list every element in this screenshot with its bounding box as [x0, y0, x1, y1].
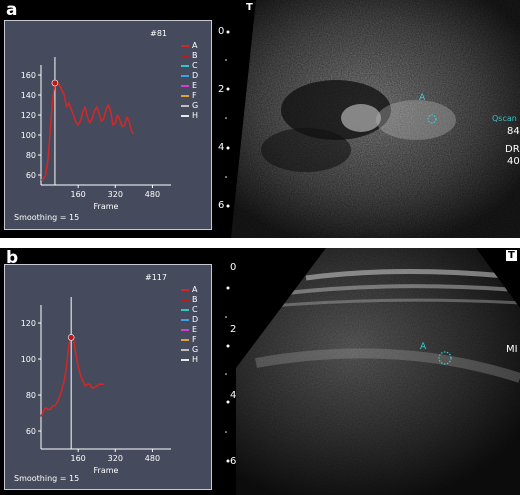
legend-swatch [181, 105, 189, 107]
y-tick-label: 100 [21, 131, 36, 140]
smoothing-label: Smoothing = 15 [14, 474, 80, 483]
panel-label: a [6, 0, 18, 20]
legend-item-h: H [181, 355, 209, 365]
y-tick-label: 120 [21, 319, 36, 328]
legend-item-f: F [181, 335, 209, 345]
dr-value: 40 [507, 156, 520, 167]
legend-label: B [192, 295, 198, 304]
legend-swatch [181, 115, 189, 117]
depth-mark-4: 4 [218, 142, 225, 153]
y-tick-label: 160 [21, 71, 36, 80]
panel-a: a #81 60 80 100 120 140 160 160 320 480 Frame ABC… [0, 0, 520, 238]
legend-label: E [192, 325, 198, 334]
x-tick-label: 480 [145, 190, 160, 199]
legend-swatch [181, 299, 189, 301]
ultrasound-image [216, 0, 520, 238]
y-tick-label: 80 [26, 391, 36, 400]
smoothing-label: Smoothing = 15 [14, 213, 80, 222]
roi-legend: ABCDEFGH [181, 285, 209, 365]
depth-mark-0: 0 [218, 26, 225, 37]
dr-label: DR [505, 144, 520, 155]
legend-item-a: A [181, 41, 209, 51]
legend-item-e: E [181, 325, 209, 335]
transducer-marker-icon: T [506, 250, 517, 261]
legend-swatch [181, 55, 189, 57]
roi-legend: ABCDEFGH [181, 41, 209, 121]
x-tick-label: 320 [108, 454, 123, 463]
x-tick-label: 160 [71, 190, 86, 199]
legend-item-d: D [181, 315, 209, 325]
legend-swatch [181, 339, 189, 341]
legend-swatch [181, 85, 189, 87]
legend-label: F [192, 335, 197, 344]
legend-item-c: C [181, 61, 209, 71]
legend-label: D [192, 71, 199, 80]
depth-mark-6: 6 [218, 200, 225, 211]
ultrasound-image [216, 248, 520, 495]
legend-swatch [181, 45, 189, 47]
time-intensity-curve-box: #117 60 80 100 120 160 320 480 Frame ABCDEFGH S… [4, 264, 212, 490]
legend-swatch [181, 309, 189, 311]
legend-item-f: F [181, 91, 209, 101]
series-line-a [40, 336, 104, 417]
legend-label: C [192, 61, 198, 70]
legend-swatch [181, 349, 189, 351]
x-tick-label: 320 [108, 190, 123, 199]
depth-mark-0: 0 [230, 262, 237, 273]
legend-item-a: A [181, 285, 209, 295]
depth-mark-2: 2 [218, 84, 225, 95]
legend-label: D [192, 315, 199, 324]
legend-label: E [192, 81, 198, 90]
legend-item-g: G [181, 345, 209, 355]
legend-label: A [192, 285, 198, 294]
y-tick-label: 60 [26, 171, 36, 180]
legend-label: C [192, 305, 198, 314]
mi-label: MI [506, 344, 518, 355]
legend-label: H [192, 355, 199, 364]
x-axis-label: Frame [94, 202, 119, 211]
depth-mark-4: 4 [230, 390, 237, 401]
x-axis-label: Frame [94, 466, 119, 475]
legend-item-b: B [181, 51, 209, 61]
y-tick-label: 140 [21, 91, 36, 100]
legend-swatch [181, 359, 189, 361]
y-tick-label: 120 [21, 111, 36, 120]
time-intensity-curve-box: #81 60 80 100 120 140 160 160 320 480 Frame ABCDE… [4, 20, 212, 230]
legend-swatch [181, 319, 189, 321]
legend-item-b: B [181, 295, 209, 305]
y-tick-label: 100 [21, 355, 36, 364]
roi-label-a: A [420, 342, 427, 352]
legend-item-g: G [181, 101, 209, 111]
x-tick-label: 480 [145, 454, 160, 463]
legend-label: G [192, 101, 199, 110]
legend-item-d: D [181, 71, 209, 81]
legend-swatch [181, 75, 189, 77]
legend-label: H [192, 111, 199, 120]
peak-point [67, 334, 75, 341]
qscan-value: 84 [507, 126, 520, 137]
transducer-marker-icon: T [246, 2, 253, 13]
y-tick-label: 80 [26, 151, 36, 160]
panel-b: b #117 60 80 100 120 160 320 480 Frame ABCDEFGH… [0, 248, 520, 495]
depth-mark-2: 2 [230, 324, 237, 335]
roi-label-a: A [419, 93, 426, 103]
legend-swatch [181, 289, 189, 291]
qscan-label: Qscan [492, 114, 517, 123]
legend-item-c: C [181, 305, 209, 315]
legend-label: F [192, 91, 197, 100]
legend-item-e: E [181, 81, 209, 91]
legend-label: G [192, 345, 199, 354]
legend-label: A [192, 41, 198, 50]
y-tick-label: 60 [26, 427, 36, 436]
legend-item-h: H [181, 111, 209, 121]
legend-swatch [181, 95, 189, 97]
x-tick-label: 160 [71, 454, 86, 463]
legend-label: B [192, 51, 198, 60]
legend-swatch [181, 65, 189, 67]
depth-mark-6: 6 [230, 456, 237, 467]
peak-point [51, 79, 59, 87]
legend-swatch [181, 329, 189, 331]
